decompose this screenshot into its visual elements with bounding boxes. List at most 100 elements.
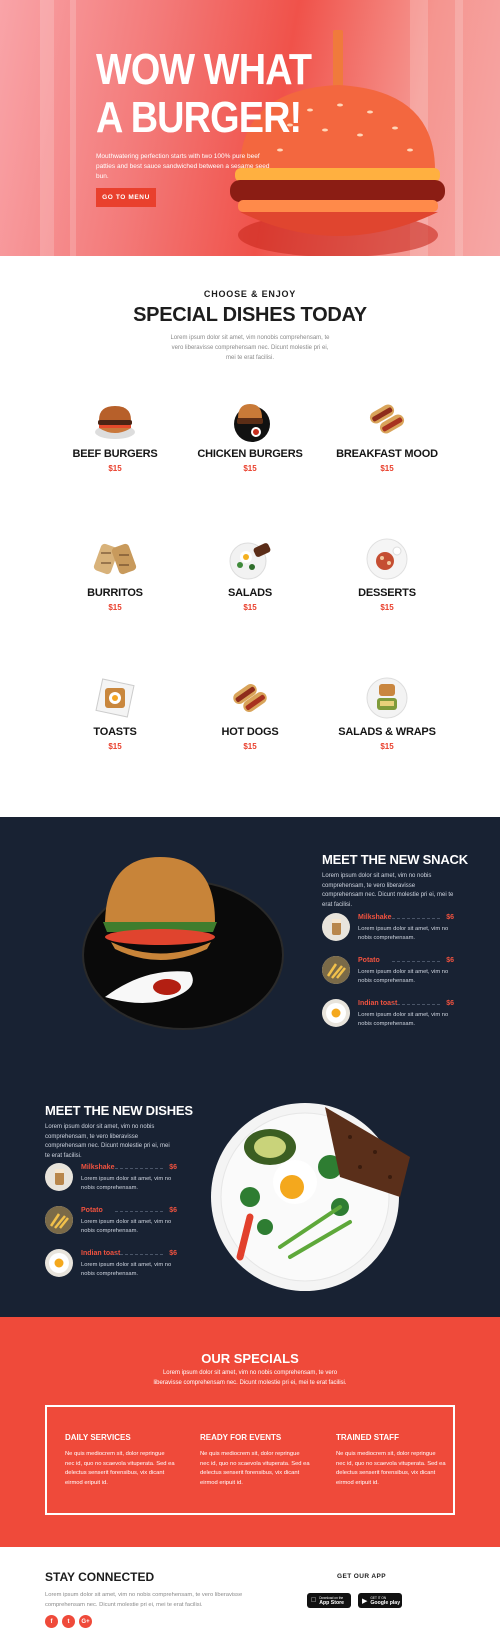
new-dishes-description: Lorem ipsum dolor sit amet, vim no nobis… [45, 1124, 170, 1159]
dish-price: $15 [243, 464, 257, 473]
snack-menu-item[interactable]: Potato $6 Lorem ipsum dolor sit amet, vi… [322, 956, 454, 992]
dish-price: $15 [380, 603, 394, 612]
hero-title-line1: WOW WHAT [96, 45, 312, 94]
dish-card[interactable]: TOASTS $15 [45, 676, 185, 766]
google-play-icon: ▶ [362, 1597, 368, 1605]
milkshake-thumb-icon [45, 1163, 73, 1191]
specials-column: READY FOR EVENTS Ne quis mediocrem sit, … [200, 1433, 310, 1488]
specials-text: Ne quis mediocrem sit, dolor repringue n… [65, 1451, 175, 1486]
wrap-photo-icon [366, 677, 408, 719]
dish-item-price: $6 [169, 1164, 177, 1171]
indian-toast-thumb-icon [322, 999, 350, 1027]
dish-item-desc: Lorem ipsum dolor sit amet, vim no nobis… [81, 1219, 172, 1234]
snack-item-desc: Lorem ipsum dolor sit amet, vim no nobis… [358, 1012, 449, 1027]
snack-title: MEET THE NEW SNACK [322, 852, 468, 867]
dish-card[interactable]: CHICKEN BURGERS $15 [180, 398, 320, 488]
footer: STAY CONNECTED Lorem ipsum dolor sit ame… [0, 1547, 500, 1647]
dish-name: BURRITOS [87, 587, 143, 599]
milkshake-thumb-icon [322, 913, 350, 941]
dish-price: $15 [108, 603, 122, 612]
dish-card[interactable]: BURRITOS $15 [45, 537, 185, 627]
dish-card[interactable]: HOT DOGS $15 [180, 676, 320, 766]
hero-title: WOW WHAT A BURGER! [96, 46, 354, 142]
app-store-button[interactable]:  Download on the App Store [307, 1593, 351, 1608]
specials-box: DAILY SERVICES Ne quis mediocrem sit, do… [45, 1405, 455, 1515]
dish-menu-item[interactable]: Milkshake $6 Lorem ipsum dolor sit amet,… [45, 1163, 177, 1199]
stay-connected-title: STAY CONNECTED [45, 1570, 155, 1584]
dish-menu-item[interactable]: Potato $6 Lorem ipsum dolor sit amet, vi… [45, 1206, 177, 1242]
dessert-photo-icon [366, 538, 408, 580]
dish-name: DESSERTS [358, 587, 416, 599]
dishes-description: Lorem ipsum dolor sit amet, vim nonobis … [170, 335, 330, 361]
snack-item-price: $6 [446, 957, 454, 964]
dish-item-price: $6 [169, 1207, 177, 1214]
dish-card[interactable]: SALADS & WRAPS $15 [317, 676, 457, 766]
snack-description: Lorem ipsum dolor sit amet, vim no nobis… [322, 873, 454, 908]
google-play-label: Google play [370, 1599, 401, 1606]
dish-name: TOASTS [93, 726, 137, 738]
burrito-photo-icon [93, 543, 137, 575]
google-plus-icon[interactable]: G+ [79, 1615, 92, 1628]
dish-name: SALADS & WRAPS [338, 726, 436, 738]
twitter-icon[interactable]: t [62, 1615, 75, 1628]
dish-name: HOT DOGS [221, 726, 279, 738]
salad-photo-icon [229, 542, 271, 580]
snack-burger-image [82, 857, 284, 1030]
dish-name: SALADS [227, 587, 273, 599]
app-title: GET OUR APP [337, 1573, 386, 1580]
dish-item-desc: Lorem ipsum dolor sit amet, vim no nobis… [81, 1262, 172, 1277]
go-to-menu-button[interactable]: GO TO MENU [96, 188, 156, 207]
dish-item-name: Potato [81, 1207, 103, 1214]
new-snack-section: MEET THE NEW SNACK Lorem ipsum dolor sit… [0, 817, 500, 1317]
snack-item-name: Potato [358, 957, 380, 964]
dish-price: $15 [243, 742, 257, 751]
snack-menu-item[interactable]: Indian toast $6 Lorem ipsum dolor sit am… [322, 999, 454, 1035]
potato-thumb-icon [45, 1206, 73, 1234]
dish-name: BEEF BURGERS [72, 448, 158, 460]
dish-menu-item[interactable]: Indian toast $6 Lorem ipsum dolor sit am… [45, 1249, 177, 1285]
new-dishes-title: MEET THE NEW DISHES [45, 1103, 193, 1118]
specials-heading: DAILY SERVICES [65, 1433, 131, 1442]
dish-card[interactable]: BREAKFAST MOOD $15 [317, 398, 457, 488]
hero-title-line2: A BURGER! [96, 93, 302, 142]
dish-item-price: $6 [169, 1250, 177, 1257]
dish-card[interactable]: BEEF BURGERS $15 [45, 398, 185, 488]
burger-photo-icon [95, 406, 135, 439]
facebook-icon[interactable]: f [45, 1615, 58, 1628]
dish-name: CHICKEN BURGERS [197, 448, 303, 460]
toast-photo-icon [95, 678, 135, 718]
snack-menu-item[interactable]: Milkshake $6 Lorem ipsum dolor sit amet,… [322, 913, 454, 949]
snack-item-desc: Lorem ipsum dolor sit amet, vim no nobis… [358, 969, 449, 984]
snack-item-name: Milkshake [358, 914, 392, 921]
stay-connected-description: Lorem ipsum dolor sit amet, vim no nobis… [45, 1592, 243, 1608]
snack-item-price: $6 [446, 1000, 454, 1007]
dish-price: $15 [108, 742, 122, 751]
dish-price: $15 [243, 603, 257, 612]
snack-item-desc: Lorem ipsum dolor sit amet, vim no nobis… [358, 926, 449, 941]
hero-subtitle: Mouthwatering perfection starts with two… [96, 153, 270, 180]
indian-toast-thumb-icon [45, 1249, 73, 1277]
specials-heading: READY FOR EVENTS [200, 1433, 282, 1442]
dish-name: BREAKFAST MOOD [336, 448, 438, 460]
chicken-burger-photo-icon [234, 404, 270, 442]
specials-column: DAILY SERVICES Ne quis mediocrem sit, do… [65, 1433, 175, 1488]
salad-plate-image [211, 1103, 410, 1291]
google-play-button[interactable]: ▶ GET IT ON Google play [358, 1593, 402, 1608]
app-store-label: App Store [314, 1599, 344, 1606]
specials-description: Lorem ipsum dolor sit amet, vim no nobis… [153, 1370, 347, 1386]
specials-section: OUR SPECIALS Lorem ipsum dolor sit amet,… [0, 1317, 500, 1547]
dish-item-desc: Lorem ipsum dolor sit amet, vim no nobis… [81, 1176, 172, 1191]
specials-heading: TRAINED STAFF [336, 1433, 399, 1442]
dish-price: $15 [380, 464, 394, 473]
dish-card[interactable]: SALADS $15 [180, 537, 320, 627]
dish-price: $15 [108, 464, 122, 473]
hotdog-photo-icon [369, 404, 405, 434]
dishes-eyebrow: CHOOSE & ENJOY [203, 289, 297, 299]
dish-price: $15 [380, 742, 394, 751]
dishes-title: SPECIAL DISHES TODAY [133, 304, 367, 326]
hero-section: WOW WHAT A BURGER! Mouthwatering perfect… [0, 0, 500, 256]
specials-text: Ne quis mediocrem sit, dolor repringue n… [200, 1451, 310, 1486]
specials-column: TRAINED STAFF Ne quis mediocrem sit, dol… [336, 1433, 446, 1488]
specials-title: OUR SPECIALS [201, 1351, 299, 1366]
dish-card[interactable]: DESSERTS $15 [317, 537, 457, 627]
